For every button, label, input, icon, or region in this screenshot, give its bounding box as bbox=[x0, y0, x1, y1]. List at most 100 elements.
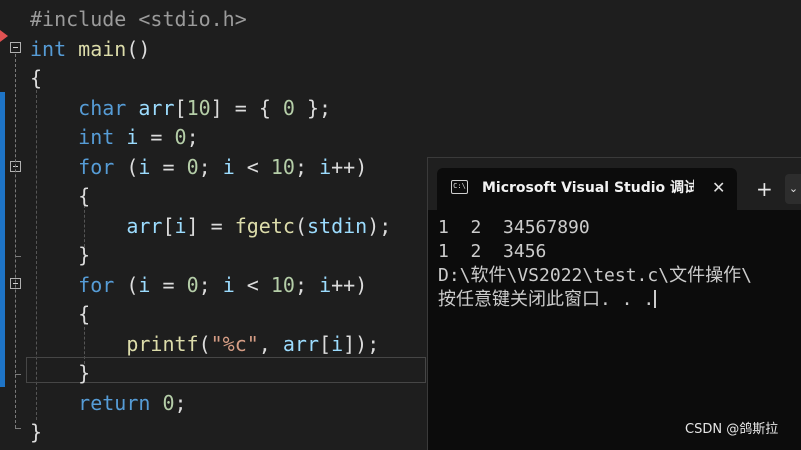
code-token: ; bbox=[198, 272, 223, 297]
text-caret bbox=[654, 290, 657, 308]
code-token: i bbox=[331, 331, 344, 356]
console-titlebar: C:\ Microsoft Visual Studio 调试控制台 ✕ + ⌄ bbox=[428, 158, 801, 210]
code-token: #include <stdio.h> bbox=[30, 7, 247, 31]
terminal-icon: C:\ bbox=[451, 180, 468, 194]
code-token: ; bbox=[198, 154, 223, 179]
code-line[interactable]: } bbox=[30, 241, 90, 269]
code-token: ] = { bbox=[210, 95, 283, 120]
code-token: 10 bbox=[270, 154, 295, 179]
code-token: 0 bbox=[282, 95, 295, 120]
code-token: ( bbox=[114, 154, 139, 179]
code-token: ( bbox=[114, 272, 139, 297]
code-token: int bbox=[78, 125, 115, 149]
code-line[interactable]: { bbox=[30, 182, 90, 210]
tab-dropdown-icon[interactable]: ⌄ bbox=[785, 174, 801, 204]
code-token: i bbox=[222, 154, 235, 179]
code-token: ] = bbox=[186, 213, 235, 238]
change-tracking-bar bbox=[0, 92, 5, 387]
code-token: ( bbox=[294, 213, 307, 238]
code-token: ); bbox=[367, 213, 392, 238]
code-line[interactable]: { bbox=[30, 64, 42, 92]
code-line[interactable]: printf("%c", arr[i]); bbox=[30, 330, 379, 358]
code-token: int bbox=[30, 36, 67, 61]
code-token: , bbox=[258, 331, 283, 356]
execution-arrow-icon bbox=[0, 30, 8, 42]
code-line[interactable]: return 0; bbox=[30, 389, 187, 417]
code-token: () bbox=[126, 36, 151, 61]
code-line[interactable]: #include <stdio.h> bbox=[30, 5, 247, 33]
code-token: } bbox=[30, 420, 43, 444]
close-tab-icon[interactable]: ✕ bbox=[712, 178, 725, 198]
new-tab-icon[interactable]: + bbox=[756, 177, 773, 201]
console-line: 1 2 3456 bbox=[438, 241, 547, 262]
debug-console-window[interactable]: C:\ Microsoft Visual Studio 调试控制台 ✕ + ⌄ … bbox=[427, 157, 801, 450]
code-token: arr bbox=[138, 95, 175, 120]
code-token: "%c" bbox=[210, 331, 259, 356]
code-token: } bbox=[30, 243, 91, 267]
code-token: [ bbox=[162, 213, 175, 238]
fold-end-for-2 bbox=[15, 374, 21, 375]
code-token: printf bbox=[126, 331, 199, 356]
code-line[interactable]: { bbox=[30, 300, 90, 328]
watermark: CSDN @鸽斯拉 bbox=[685, 422, 779, 437]
code-line[interactable]: for (i = 0; i < 10; i++) bbox=[30, 153, 367, 181]
code-token: ; bbox=[174, 390, 187, 415]
console-line: D:\软件\VS2022\test.c\文件操作\ bbox=[438, 265, 752, 286]
code-token: main bbox=[78, 36, 127, 61]
code-token: ( bbox=[198, 331, 211, 356]
code-line[interactable]: arr[i] = fgetc(stdin); bbox=[30, 212, 391, 240]
code-line[interactable]: } bbox=[30, 359, 90, 387]
code-line[interactable]: for (i = 0; i < 10; i++) bbox=[30, 271, 367, 299]
code-token: { bbox=[30, 184, 91, 208]
code-token: 0 bbox=[174, 125, 187, 149]
code-token: = bbox=[150, 272, 187, 297]
code-token: < bbox=[234, 272, 271, 297]
code-token: 10 bbox=[186, 95, 211, 120]
fold-end-main bbox=[15, 428, 21, 429]
code-token: ++) bbox=[331, 154, 368, 179]
console-tab[interactable]: C:\ Microsoft Visual Studio 调试控制台 ✕ bbox=[437, 168, 737, 210]
code-token: for bbox=[78, 272, 115, 297]
code-line[interactable]: int i = 0; bbox=[30, 123, 199, 151]
code-token: [ bbox=[319, 331, 332, 356]
code-token: 0 bbox=[162, 390, 175, 415]
code-line[interactable]: char arr[10] = { 0 }; bbox=[30, 94, 331, 122]
code-token: ; bbox=[294, 154, 320, 179]
code-token: i bbox=[319, 272, 332, 297]
code-line[interactable]: int main() bbox=[30, 35, 150, 63]
console-line-prompt: 按任意键关闭此窗口. . . bbox=[438, 288, 801, 312]
fold-line-main bbox=[15, 54, 16, 428]
collapse-main-icon[interactable] bbox=[10, 42, 21, 53]
code-token: stdin bbox=[306, 213, 368, 238]
code-token: = bbox=[138, 125, 175, 149]
code-token: ; bbox=[186, 125, 199, 149]
code-token: 0 bbox=[186, 154, 199, 179]
console-prompt-text: 按任意键关闭此窗口. . . bbox=[438, 289, 655, 310]
code-token: return bbox=[78, 390, 151, 415]
console-output[interactable]: 1 2 34567890 1 2 3456 D:\软件\VS2022\test.… bbox=[438, 216, 801, 312]
code-token: ; bbox=[294, 272, 320, 297]
code-token: < bbox=[234, 154, 271, 179]
code-token: ]); bbox=[343, 331, 380, 356]
code-line[interactable]: } bbox=[30, 418, 42, 446]
code-token: }; bbox=[294, 95, 332, 120]
fold-end-for-1 bbox=[15, 256, 21, 257]
code-token: i bbox=[138, 272, 151, 297]
code-token: ++) bbox=[331, 272, 368, 297]
code-token: { bbox=[30, 66, 43, 90]
code-token: fgetc bbox=[234, 213, 295, 238]
code-token: { bbox=[30, 302, 91, 326]
code-token: i bbox=[222, 272, 235, 297]
code-token: = bbox=[150, 154, 187, 179]
code-token: arr bbox=[126, 213, 163, 238]
